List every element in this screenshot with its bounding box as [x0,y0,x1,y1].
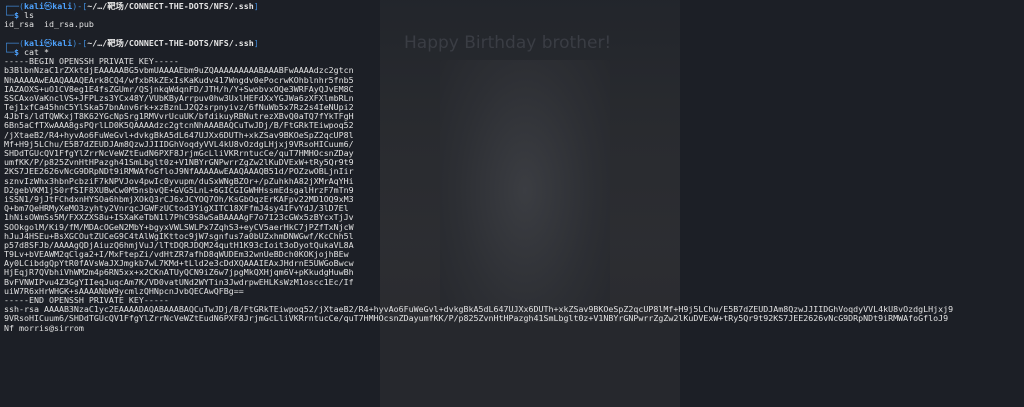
output-line: b3BlbnNzaC1rZXktdjEAAAAABG5vbmUAAAAEbm9u… [4,66,354,76]
output-line: HjEqjR7QVbhiVhWM2m4p6RN5xx+x2CKnATUyQCN9… [4,268,354,278]
output-line: -----END OPENSSH PRIVATE KEY----- [4,296,169,305]
prompt-path: ~/…/靶场/CONNECT-THE-DOTS/NFS/.ssh [87,38,254,48]
prompt-path: ~/…/靶场/CONNECT-THE-DOTS/NFS/.ssh [87,2,254,11]
output-line: iSSN1/9jJtFChdxnHYSOa6hbmjXOkQ3rCJ6xJCYO… [4,194,354,204]
prompt-host: kali [52,2,73,11]
prompt-dollar: $ [14,47,19,57]
output-line: p57d8SFJb/AAAAgQDjAiuzQ6hmjVuJ/lTtDQRJDQ… [4,240,354,250]
output-line: Q+bm7QeHRMyXeMO3zyhty2VnrqcJGWFzUCtod3Yi… [4,204,349,214]
output-line: 1hNisOWmSs5M/FXXZXS8u+ISXaKeTbN1l7PhC9S8… [4,213,354,223]
output-line: 9VRsoHICuum6/SHDdTGUcQV1FfgYlZrrNcVeWZtE… [4,314,949,324]
terminal-window[interactable]: ┌──(kali㉿kali)-[~/…/靶场/CONNECT-THE-DOTS/… [0,0,1024,407]
output-line: BvFVNWIPvu4Z3GgYIIeqJuqcAm7K/VD0vatUNd2W… [4,277,354,287]
output-line: SHDdTGUcQV1FfgYlZrrNcVeWZtEudN6PXF8JrjmG… [4,149,354,158]
output-line: Tej1xfCa45hnC5YlSka57bnAnv6rk+xzBznLJ2Q2… [4,103,354,113]
command-line: └─$ ls [4,11,34,21]
prompt-user: kali [23,38,44,48]
prompt-line: ┌──(kali㉿kali)-[~/…/靶场/CONNECT-THE-DOTS/… [4,2,259,11]
command-text: cat * [24,47,49,57]
output-line: id_rsa id_rsa.pub [4,20,94,30]
command-line: └─$ cat * [4,47,49,57]
output-line: D2gebVKM1jS0rfSIF8XUBwCw0M5nsbvQE+GVG5Ln… [4,185,354,195]
output-line: SOOkgolM/Ki9/fM/MDAcOGeN2MbY+bgyxVWLSWLP… [4,222,354,232]
output-line: sznvIzWhx3hbnPcbziF7kNPVJov4pwIc0yvupm/d… [4,176,354,186]
prompt-user: kali [23,2,44,11]
output-line: ssh-rsa AAAAB3NzaC1yc2EAAAADAQABAAABAQCu… [4,305,954,315]
output-line: SSCAxoVaKnclVS+JFPLzs3YCx48Y/VUbKByArrpu… [4,93,354,103]
output-line: Mf+H9j5LChu/E5B7dZEUDJAm8QzwJJIIDGhVoqdy… [4,139,354,149]
output-line: umfKK/P/p825ZvnHtHPazgh41SmLbglt0z+V1NBY… [4,158,354,168]
output-line: /jXtaeB2/R4+hyvAo6FuWeGvl+dvkgBkA5dL647U… [4,130,354,140]
output-line: NhAAAAAwEAAQAAAQEArk8CQ4/wfxbRkZExIsKaKu… [4,75,354,85]
output-line: T9Lv+bVEAWM2qClga2+I/MxFtepZi/vdHtZR7afh… [4,250,349,260]
output-line: Nf morris@sirrom [4,323,84,333]
command-text: ls [24,11,34,21]
output-line: 4JbTs/ldTQWKxjT8K62YGcNpSrg1RMVvrUcuUK/b… [4,112,354,122]
output-line: Ay0LCibdgQpYtR0fAVsWaJXJmgkb7wL7KMd+tLld… [4,259,354,269]
prompt-host: kali [52,38,73,48]
command-output: -----BEGIN OPENSSH PRIVATE KEY----- b3Blb… [4,57,1024,333]
output-line: hJuJ4HSEu+BsXGCOutZUCeG9C4tAlWgIKttoc9jW… [4,231,354,241]
prompt-dollar: $ [14,11,19,21]
prompt-line: ┌──(kali㉿kali)-[~/…/靶场/CONNECT-THE-DOTS/… [4,38,259,48]
output-line: uiW7R6xHrWHGK+sAAAANbW9ycmlzQHNpcnJvbQEC… [4,286,244,296]
output-line: 6Bn5aCfTXwAAA8gsPQrlLD0K5QAAAAdzc2gtcnNh… [4,121,354,131]
output-line: IAZAOXS+uO1CV8eg1E4fsZGUmr/QSjnkqWdqnFD/… [4,84,354,94]
output-line: -----BEGIN OPENSSH PRIVATE KEY----- [4,57,179,67]
output-line: 2KS7JEE2626vNcG9DRpNDt9iRMWAfoGfloJ9NfAA… [4,167,354,177]
